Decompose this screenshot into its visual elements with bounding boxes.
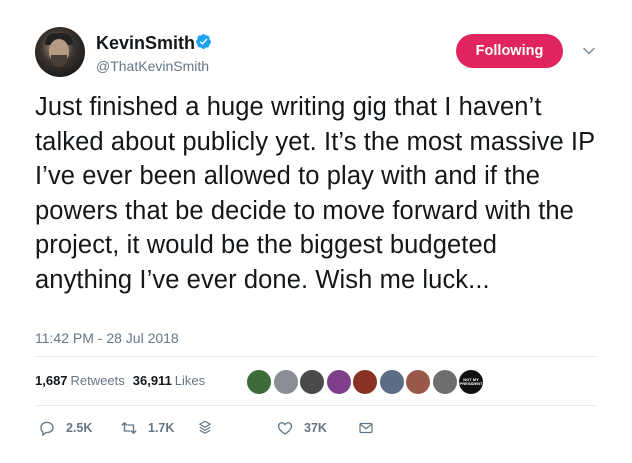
likes-count: 36,911 <box>132 373 172 388</box>
like-button[interactable]: 37K <box>276 419 327 437</box>
tweet-text: Just finished a huge writing gig that I … <box>35 93 595 294</box>
tweet-actions: 2.5K 1.7K 37K <box>38 419 438 439</box>
retweet-count: 1.7K <box>148 421 175 435</box>
stack-button[interactable] <box>196 419 214 437</box>
liker-avatar[interactable] <box>405 369 431 395</box>
following-button[interactable]: Following <box>456 34 563 68</box>
reply-icon <box>40 421 54 436</box>
divider <box>35 356 597 357</box>
liker-avatar-text: NOT MY PRESIDENT <box>459 377 483 386</box>
verified-badge-icon <box>196 34 211 49</box>
tweet-timestamp[interactable]: 11:42 PM - 28 Jul 2018 <box>35 330 179 346</box>
liker-avatar[interactable] <box>352 369 378 395</box>
liker-avatar[interactable] <box>431 369 458 395</box>
author-display-name[interactable]: KevinSmith <box>96 33 195 54</box>
retweets-count: 1,687 <box>35 373 68 388</box>
chevron-down-icon[interactable] <box>582 44 596 58</box>
retweet-button[interactable]: 1.7K <box>120 419 174 437</box>
liker-avatar[interactable] <box>246 369 272 395</box>
like-count: 37K <box>304 421 327 435</box>
avatar-beard <box>51 55 67 67</box>
envelope-icon <box>359 422 373 434</box>
retweets-stat[interactable]: 1,687 Retweets <box>35 373 125 388</box>
reply-count: 2.5K <box>66 421 93 435</box>
liker-avatars: NOT MY PRESIDENT <box>246 369 485 395</box>
liker-avatar[interactable] <box>378 369 405 395</box>
likes-stat[interactable]: 36,911 Likes <box>133 373 205 388</box>
engagement-stats: 1,687 Retweets 36,911 Likes <box>35 373 205 388</box>
retweet-icon <box>121 422 137 434</box>
liker-avatar[interactable] <box>272 369 299 395</box>
author-avatar[interactable] <box>35 27 85 77</box>
retweets-label: Retweets <box>70 373 125 388</box>
reply-button[interactable]: 2.5K <box>38 419 92 437</box>
direct-message-button[interactable] <box>357 419 375 437</box>
divider <box>35 405 597 406</box>
heart-icon <box>277 422 293 435</box>
liker-avatar[interactable] <box>325 369 352 395</box>
liker-avatar[interactable]: NOT MY PRESIDENT <box>458 369 484 395</box>
likes-label: Likes <box>174 373 206 388</box>
liker-avatar[interactable] <box>299 369 325 395</box>
author-handle[interactable]: @ThatKevinSmith <box>96 58 209 74</box>
stack-icon <box>199 420 211 434</box>
